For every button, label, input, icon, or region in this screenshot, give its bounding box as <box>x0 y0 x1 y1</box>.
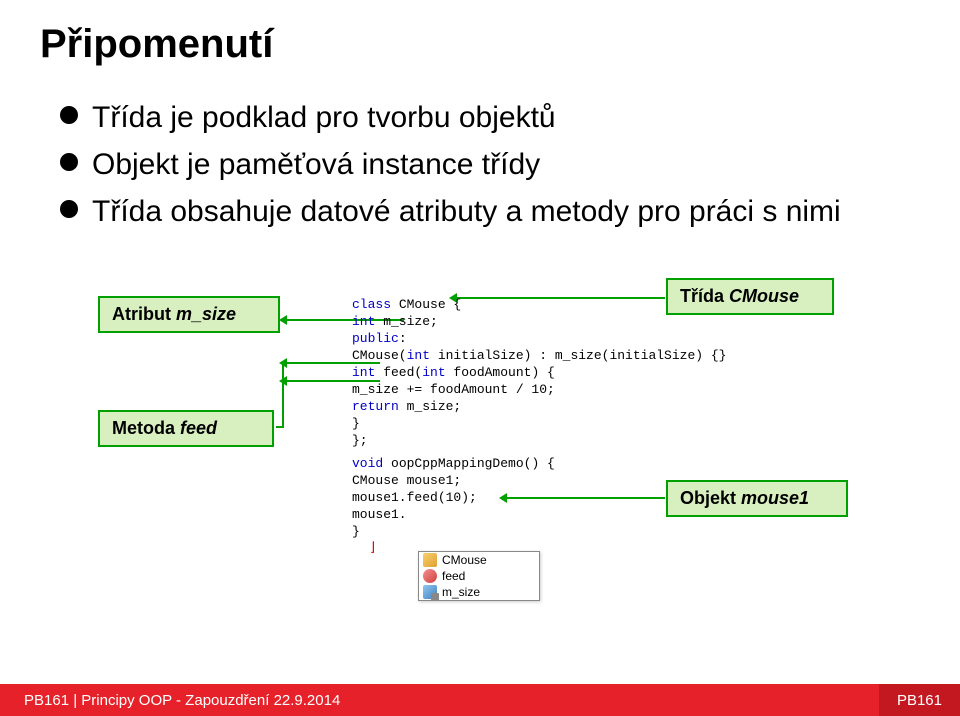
code-text: initialSize) : m_size(initialSize) {} <box>430 348 726 363</box>
autocomplete-item[interactable]: CMouse <box>419 552 539 568</box>
callout-value: m_size <box>176 304 236 324</box>
code-keyword: return <box>352 399 399 414</box>
code-keyword: public <box>352 331 399 346</box>
code-text: } <box>352 416 360 431</box>
class-icon <box>423 553 437 567</box>
code-keyword: int <box>352 365 375 380</box>
code-text: m_size; <box>375 314 437 329</box>
code-text: CMouse mouse1; <box>352 473 461 488</box>
field-icon <box>423 585 437 599</box>
code-text: oopCppMappingDemo() { <box>383 456 555 471</box>
code-text: mouse1.feed(10); <box>352 490 477 505</box>
code-keyword: void <box>352 456 383 471</box>
method-icon <box>423 569 437 583</box>
code-text: : <box>399 331 407 346</box>
code-keyword: int <box>422 365 445 380</box>
bullet-list: Třída je podklad pro tvorbu objektů Obje… <box>60 98 900 239</box>
code-text: foodAmount) { <box>446 365 555 380</box>
autocomplete-item[interactable]: m_size <box>419 584 539 600</box>
code-text: CMouse { <box>391 297 461 312</box>
bullet-text: Třída je podklad pro tvorbu objektů <box>92 98 556 137</box>
bullet-text: Objekt je paměťová instance třídy <box>92 145 540 184</box>
list-item: Třída je podklad pro tvorbu objektů <box>60 98 900 137</box>
callout-label: Atribut <box>112 304 176 324</box>
list-item: Objekt je paměťová instance třídy <box>60 145 900 184</box>
callout-attribute: Atribut m_size <box>98 296 280 333</box>
bullet-icon <box>60 200 78 218</box>
arrow-connector <box>282 380 284 426</box>
arrow-connector <box>276 426 284 428</box>
footer-right: PB161 <box>879 684 960 716</box>
footer-bar: PB161 | Principy OOP - Zapouzdření 22.9.… <box>0 684 960 716</box>
callout-value: feed <box>180 418 217 438</box>
autocomplete-popup: CMouse feed m_size <box>418 551 540 601</box>
lock-icon <box>431 593 439 601</box>
bullet-icon <box>60 153 78 171</box>
slide: Připomenutí Třída je podklad pro tvorbu … <box>0 0 960 716</box>
code-snippet: class CMouse { int m_size; public: CMous… <box>352 296 804 540</box>
list-item: Třída obsahuje datové atributy a metody … <box>60 192 900 231</box>
autocomplete-label: feed <box>442 569 465 583</box>
code-keyword: int <box>407 348 430 363</box>
code-text: feed( <box>375 365 422 380</box>
callout-method: Metoda feed <box>98 410 274 447</box>
code-text: mouse1. <box>352 507 407 522</box>
arrow-connector <box>282 362 284 382</box>
code-text: }; <box>352 433 368 448</box>
code-text: m_size; <box>399 399 461 414</box>
bullet-text: Třída obsahuje datové atributy a metody … <box>92 192 841 231</box>
autocomplete-label: m_size <box>442 585 480 599</box>
footer-left: PB161 | Principy OOP - Zapouzdření 22.9.… <box>24 692 340 709</box>
bullet-icon <box>60 106 78 124</box>
autocomplete-label: CMouse <box>442 553 487 567</box>
code-text: CMouse( <box>352 348 407 363</box>
code-text: } <box>352 524 360 539</box>
callout-label: Metoda <box>112 418 180 438</box>
cursor-icon: ⌋ <box>369 540 377 555</box>
autocomplete-item[interactable]: feed <box>419 568 539 584</box>
code-text: m_size += foodAmount / 10; <box>352 382 555 397</box>
code-keyword: int <box>352 314 375 329</box>
page-title: Připomenutí <box>40 22 273 67</box>
code-keyword: class <box>352 297 391 312</box>
